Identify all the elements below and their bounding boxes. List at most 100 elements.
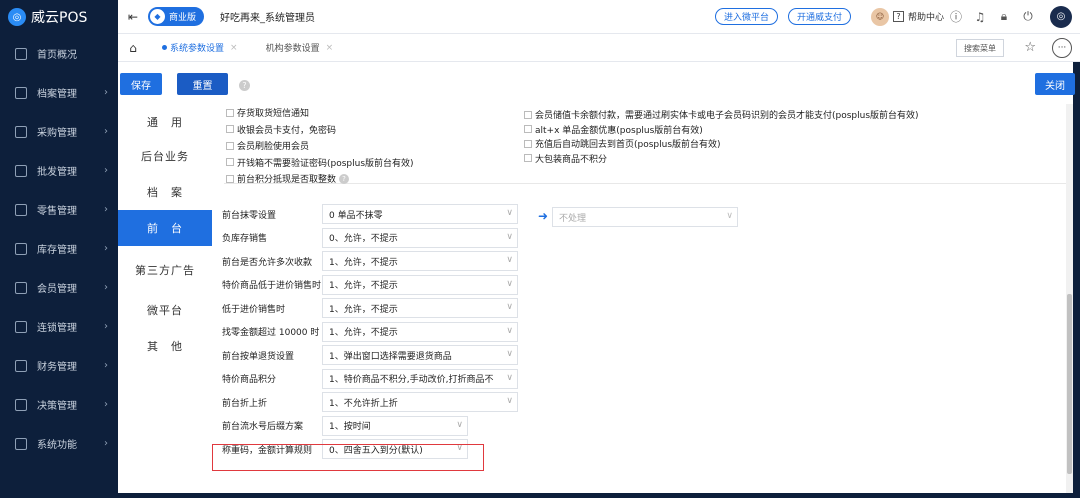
chevron-down-icon: ∨ <box>506 325 513 336</box>
help-center[interactable]: ? 帮助中心 <box>892 10 944 23</box>
tab-system-params[interactable]: 系统参数设置 × <box>148 34 252 62</box>
app-logo[interactable]: ◎ 威云POS <box>0 0 118 34</box>
chevron-down-icon: ∨ <box>506 302 513 312</box>
checkbox-box[interactable] <box>524 125 532 133</box>
sidebar-item[interactable]: 零售管理 › <box>0 190 118 229</box>
form-label: 前台按单退货设置 <box>222 351 295 362</box>
bell-icon[interactable]: ♫ <box>968 10 992 24</box>
close-tab-icon[interactable]: × <box>326 43 334 53</box>
retail-icon <box>15 203 27 216</box>
category-item[interactable]: 通 用 <box>118 104 212 140</box>
category-item[interactable]: 后台业务 <box>118 138 212 174</box>
form-select[interactable]: 1、特价商品不积分,手动改价,打折商品不 ∨ <box>322 368 518 389</box>
action-bar: 保存 重置 ? 关闭 <box>118 62 1075 104</box>
chevron-right-icon: › <box>104 399 108 410</box>
form-select[interactable]: 1、按时间 ∨ <box>322 415 468 436</box>
star-icon[interactable]: ☆ <box>1024 40 1036 55</box>
form-select[interactable]: 1、弹出窗口选择需要退货商品 ∨ <box>322 345 518 365</box>
secondary-select[interactable]: 不处理 ∨ <box>552 207 738 227</box>
sidebar-item-label: 财务管理 <box>37 362 77 373</box>
checkbox-box[interactable] <box>524 139 532 148</box>
category-item[interactable]: 前 台 <box>118 210 212 246</box>
form-select[interactable]: 0 单品不抹零 ∨ <box>322 204 518 224</box>
checkbox-box[interactable] <box>524 154 532 162</box>
sidebar-item[interactable]: 连锁管理 › <box>0 307 118 346</box>
checkbox-box[interactable] <box>226 125 234 133</box>
form-row: 前台按单退货设置 1、弹出窗口选择需要退货商品 ∨ <box>212 344 587 366</box>
option-checkbox[interactable]: 开钱箱不需要验证密码(posplus版前台有效) <box>226 156 414 169</box>
chevron-down-icon: ∨ <box>506 231 513 242</box>
sidebar-item[interactable]: 决策管理 › <box>0 385 118 424</box>
enter-micro-platform-link[interactable]: 进入微平台 <box>714 8 778 25</box>
option-checkbox[interactable]: 充值后自动跳回去到首页(posplus版前台有效) <box>524 137 721 150</box>
save-button[interactable]: 保存 <box>120 73 162 95</box>
checkbox-box[interactable] <box>226 158 234 166</box>
sidebar-item[interactable]: 采购管理 › <box>0 112 118 151</box>
question-icon[interactable]: ? <box>239 80 250 91</box>
sidebar-item[interactable]: 系统功能 › <box>0 424 118 463</box>
scrollbar-thumb[interactable] <box>1067 294 1072 474</box>
sidebar-item[interactable]: 档案管理 › <box>0 73 118 112</box>
tab-label: 系统参数设置 <box>170 44 225 54</box>
sidebar-item[interactable]: 库存管理 › <box>0 229 118 268</box>
category-item[interactable]: 微平台 <box>118 292 212 328</box>
brand-round-icon[interactable]: ◎ <box>1050 5 1072 28</box>
search-menu-input[interactable]: 搜索菜单 <box>956 39 1004 57</box>
form-select-value: 1、允许，不提示 <box>329 328 398 338</box>
power-icon[interactable]: ⏻ <box>1016 9 1040 24</box>
sidebar-item-label: 批发管理 <box>37 167 77 178</box>
chevron-right-icon: › <box>104 204 108 215</box>
category-item[interactable]: 其 他 <box>118 328 212 364</box>
form-select-value: 1、不允许折上折 <box>329 398 398 409</box>
reset-button[interactable]: 重置 <box>177 73 228 95</box>
sidebar-item[interactable]: 批发管理 › <box>0 151 118 190</box>
close-tab-icon[interactable]: × <box>230 43 238 53</box>
sidebar: ◎ 威云POS 首页概况 档案管理 › 采购管理 › 批发管理 › 零售管理 › 库存管理 › 会员管… <box>0 0 118 498</box>
close-button[interactable]: 关闭 <box>1035 73 1075 95</box>
form-select-value: 1、特价商品不积分,手动改价,打折商品不 <box>329 375 494 385</box>
form-select[interactable]: 1、允许，不提示 ∨ <box>322 321 518 342</box>
option-checkbox[interactable]: 大包装商品不积分 <box>524 152 607 165</box>
form-select[interactable]: 0、允许，不提示 ∨ <box>322 227 518 248</box>
scrollbar[interactable] <box>1066 104 1073 493</box>
category-item[interactable]: 档 案 <box>118 174 212 210</box>
option-checkbox[interactable]: 收银会员卡支付，免密码 <box>226 123 336 136</box>
home-tab-icon[interactable]: ⌂ <box>118 41 148 55</box>
option-checkbox[interactable]: 存货取货短信通知 <box>226 106 309 119</box>
checkbox-box[interactable] <box>226 141 234 150</box>
sidebar-item[interactable]: 首页概况 <box>0 34 118 73</box>
option-checkbox[interactable]: 前台积分抵现是否取整数? <box>226 172 350 185</box>
diamond-icon: ◆ <box>150 9 165 24</box>
question-icon[interactable]: ? <box>339 173 350 184</box>
sidebar-item-label: 库存管理 <box>37 245 77 256</box>
option-checkbox[interactable]: 会员刷脸使用会员 <box>226 139 309 152</box>
chevron-down-icon: ∨ <box>456 419 463 430</box>
tab-org-params[interactable]: 机构参数设置 × <box>252 34 348 62</box>
option-checkbox[interactable]: 会员储值卡余额付款，需要通过刷实体卡或电子会员码识别的会员才能支付(posplu… <box>524 108 919 121</box>
category-item[interactable]: 第三方广告 <box>118 252 212 288</box>
checkbox-box[interactable] <box>226 174 234 183</box>
form-select[interactable]: 1、允许，不提示 ∨ <box>322 274 518 295</box>
form-select-value: 1、允许，不提示 <box>329 281 398 291</box>
form-select[interactable]: 1、允许，不提示 ∨ <box>322 251 518 271</box>
form-select[interactable]: 1、允许，不提示 ∨ <box>322 298 518 318</box>
option-label: 开钱箱不需要验证密码(posplus版前台有效) <box>237 158 414 169</box>
form-label: 特价商品积分 <box>222 375 277 385</box>
avatar[interactable]: ☺ <box>870 7 889 26</box>
sidebar-item[interactable]: 会员管理 › <box>0 268 118 307</box>
option-checkbox[interactable]: alt+x 单品金额优惠(posplus版前台有效) <box>524 123 703 136</box>
info-icon[interactable]: ⓘ <box>944 8 968 25</box>
option-label: 充值后自动跳回去到首页(posplus版前台有效) <box>535 140 721 150</box>
checkbox-box[interactable] <box>524 110 532 119</box>
highlight-box <box>212 444 484 471</box>
lock-icon[interactable]: 🔒︎ <box>992 9 1016 24</box>
checkbox-box[interactable] <box>226 108 234 117</box>
collapse-menu-icon[interactable]: ⇤ <box>118 10 148 24</box>
form-label: 前台是否允许多次收款 <box>222 257 313 268</box>
more-icon[interactable]: ··· <box>1052 38 1072 58</box>
chevron-right-icon: › <box>104 87 108 98</box>
edition-label: 商业版 <box>169 13 197 23</box>
open-pay-link[interactable]: 开通威支付 <box>787 8 851 25</box>
form-select[interactable]: 1、不允许折上折 ∨ <box>322 392 518 412</box>
sidebar-item[interactable]: 财务管理 › <box>0 346 118 385</box>
